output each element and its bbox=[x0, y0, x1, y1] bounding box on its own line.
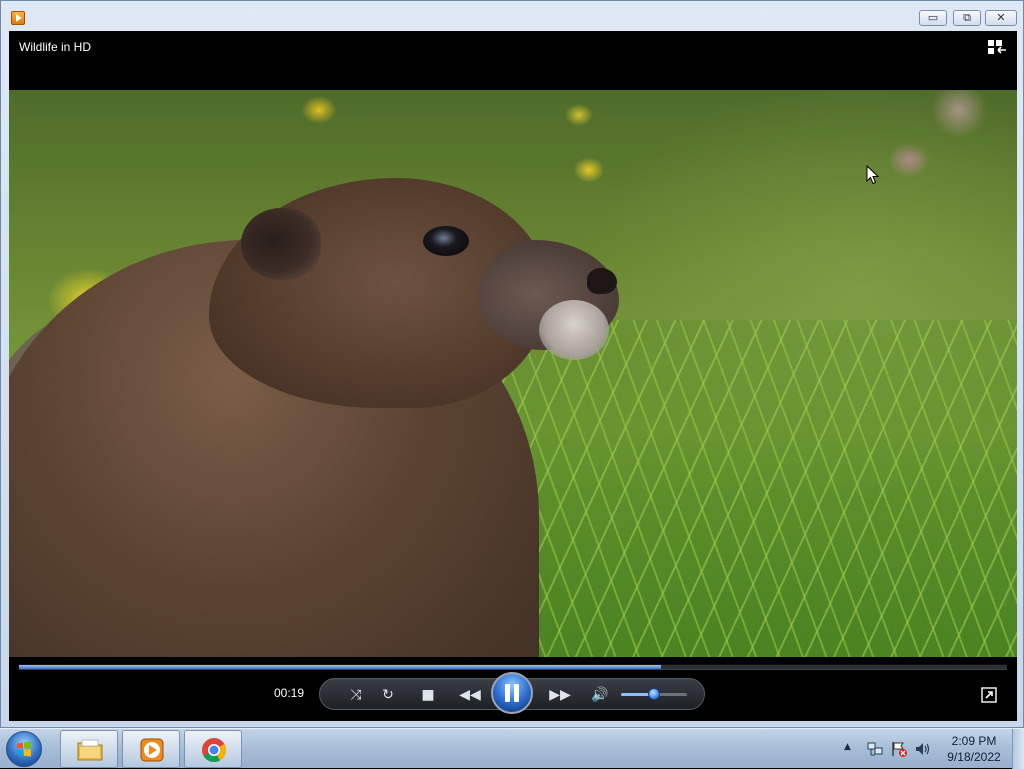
video-marmot-muzzle bbox=[539, 300, 609, 360]
stop-button[interactable]: ■ bbox=[416, 683, 440, 707]
taskbar: ▲ 2:09 PM 9/18/2022 bbox=[0, 728, 1024, 769]
windows-logo-icon bbox=[17, 741, 31, 757]
video-display[interactable] bbox=[9, 90, 1017, 657]
volume-icon[interactable] bbox=[914, 740, 932, 758]
next-button[interactable]: ▶▶ bbox=[540, 683, 580, 707]
pause-button[interactable] bbox=[491, 672, 533, 714]
previous-button[interactable]: ◀◀ bbox=[450, 683, 490, 707]
seek-bar-progress bbox=[19, 665, 662, 669]
clock-time[interactable]: 2:09 PM bbox=[946, 734, 1002, 748]
now-playing-area: Wildlife in HD 00:19 ⤨ ↻ ■ ◀◀ ▶▶ 🔊 bbox=[9, 31, 1017, 721]
folder-icon bbox=[77, 739, 103, 761]
elapsed-time: 00:19 bbox=[274, 686, 305, 700]
restore-button[interactable]: ⧉ bbox=[953, 10, 981, 26]
show-hidden-icons-button[interactable]: ▲ bbox=[844, 742, 854, 752]
media-player-icon[interactable] bbox=[11, 11, 25, 25]
shuffle-button[interactable]: ⤨ bbox=[344, 683, 368, 707]
fullscreen-icon[interactable] bbox=[981, 687, 997, 703]
taskbar-google-chrome[interactable] bbox=[184, 730, 242, 768]
mute-button[interactable]: 🔊 bbox=[588, 683, 612, 707]
start-button[interactable] bbox=[6, 731, 42, 767]
repeat-button[interactable]: ↻ bbox=[376, 683, 400, 707]
video-marmot-eye bbox=[423, 226, 469, 256]
close-button[interactable]: ✕ bbox=[985, 10, 1017, 26]
media-player-icon bbox=[140, 738, 164, 762]
seek-bar[interactable] bbox=[19, 664, 1007, 670]
volume-slider-thumb[interactable] bbox=[648, 688, 660, 700]
video-marmot-nose bbox=[587, 268, 617, 294]
chrome-icon bbox=[202, 738, 227, 763]
video-grass bbox=[489, 320, 1017, 657]
minimize-button[interactable]: ▭ bbox=[919, 10, 947, 26]
now-playing-title: Wildlife in HD bbox=[19, 40, 92, 54]
action-center-flag-icon[interactable] bbox=[890, 740, 908, 758]
show-desktop-button[interactable] bbox=[1012, 729, 1024, 769]
video-marmot-ear bbox=[241, 208, 321, 280]
clock-date[interactable]: 9/18/2022 bbox=[940, 750, 1008, 764]
switch-to-library-icon[interactable] bbox=[987, 39, 1007, 55]
media-player-window: ▭ ⧉ ✕ Wildlife in HD 00:19 ⤨ ↻ ■ ◀◀ ▶▶ 🔊 bbox=[0, 0, 1024, 728]
network-icon[interactable] bbox=[866, 740, 884, 758]
mouse-cursor-icon bbox=[866, 165, 880, 185]
taskbar-windows-media-player[interactable] bbox=[122, 730, 180, 768]
title-bar[interactable]: ▭ ⧉ ✕ bbox=[1, 1, 1023, 31]
taskbar-windows-explorer[interactable] bbox=[60, 730, 118, 768]
